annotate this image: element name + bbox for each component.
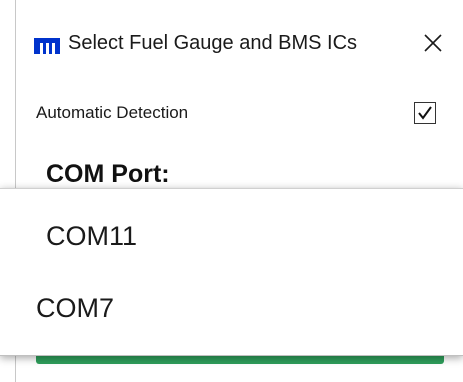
app-logo-icon: [34, 38, 60, 54]
close-icon: [424, 34, 442, 52]
close-button[interactable]: [416, 26, 450, 60]
com-port-dropdown-list: COM11 COM7: [0, 188, 463, 356]
checkmark-icon: [418, 106, 432, 120]
automatic-detection-checkbox[interactable]: [414, 102, 436, 124]
dropdown-option-com7[interactable]: COM7: [36, 293, 114, 324]
title-bar: Select Fuel Gauge and BMS ICs: [16, 0, 463, 88]
automatic-detection-label: Automatic Detection: [36, 103, 189, 122]
com-port-label: COM Port:: [46, 160, 170, 188]
dropdown-option-com11[interactable]: COM11: [46, 221, 137, 252]
dialog-title: Select Fuel Gauge and BMS ICs: [68, 32, 358, 54]
